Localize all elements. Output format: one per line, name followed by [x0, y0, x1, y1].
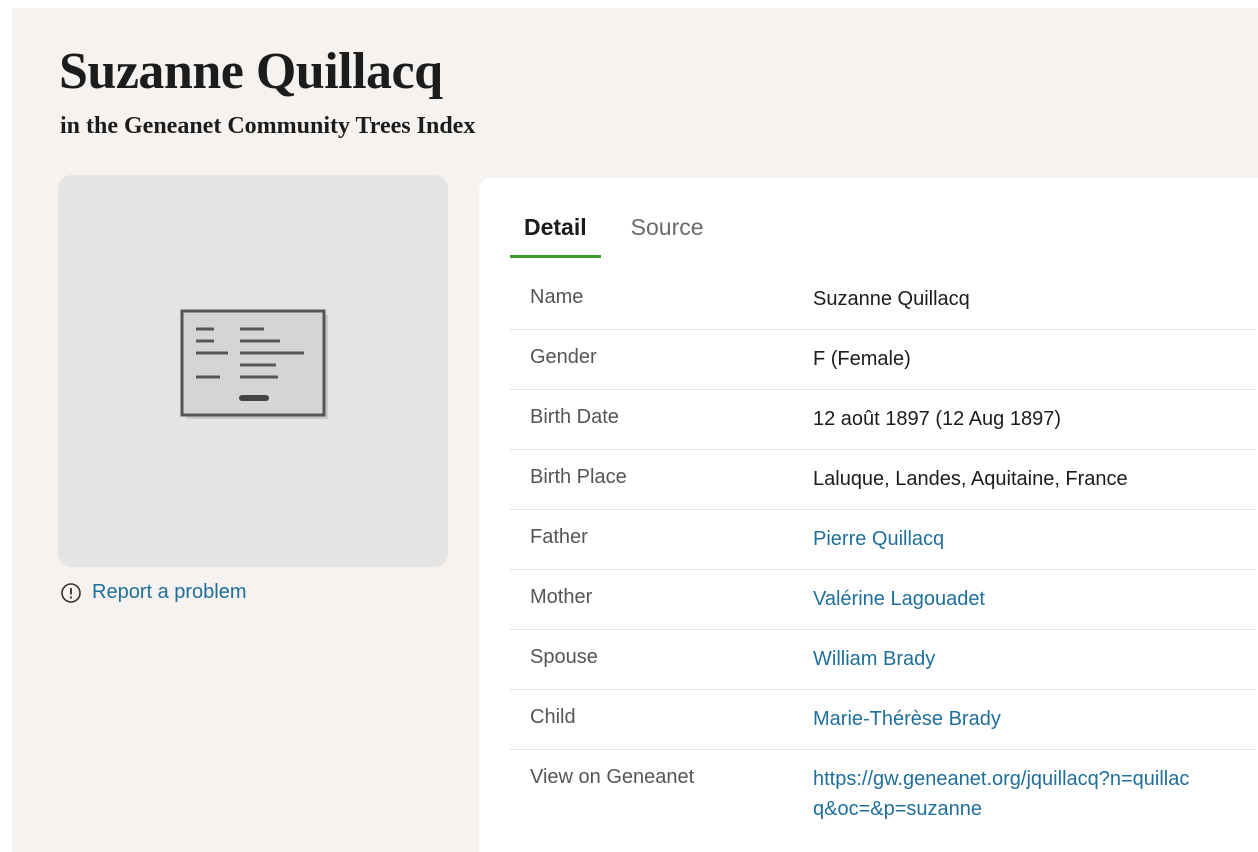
- mother-link[interactable]: Valérine Lagouadet: [813, 582, 1256, 629]
- row-label: Gender: [530, 346, 597, 368]
- report-problem-label: Report a problem: [92, 581, 247, 603]
- document-icon: [180, 309, 328, 419]
- row-label: Birth Date: [530, 406, 619, 428]
- father-link[interactable]: Pierre Quillacq: [813, 522, 1256, 569]
- row-label: Father: [530, 526, 588, 548]
- detail-row-father: Father Pierre Quillacq: [510, 510, 1256, 570]
- row-label: Birth Place: [530, 466, 627, 488]
- page: Suzanne Quillacq in the Geneanet Communi…: [12, 8, 1258, 852]
- detail-row-child: Child Marie-Thérèse Brady: [510, 690, 1256, 750]
- detail-row-spouse: Spouse William Brady: [510, 630, 1256, 690]
- child-link[interactable]: Marie-Thérèse Brady: [813, 702, 1256, 749]
- page-title: Suzanne Quillacq: [59, 43, 443, 100]
- detail-row-birth-place: Birth Place Laluque, Landes, Aquitaine, …: [510, 450, 1256, 510]
- detail-row-mother: Mother Valérine Lagouadet: [510, 570, 1256, 630]
- row-value: Laluque, Landes, Aquitaine, France: [813, 468, 1128, 490]
- spouse-link[interactable]: William Brady: [813, 642, 1256, 689]
- row-label: Name: [530, 286, 584, 308]
- detail-table: Name Suzanne Quillacq Gender F (Female) …: [510, 270, 1256, 830]
- detail-row-view-on-geneanet: View on Geneanet https://gw.geneanet.org…: [510, 750, 1256, 830]
- page-subtitle: in the Geneanet Community Trees Index: [60, 113, 476, 139]
- row-label: View on Geneanet: [530, 766, 695, 788]
- info-circle-icon: [60, 582, 82, 604]
- tab-detail[interactable]: Detail: [510, 214, 601, 258]
- detail-row-gender: Gender F (Female): [510, 330, 1256, 390]
- record-image-placeholder: [58, 175, 448, 567]
- detail-row-name: Name Suzanne Quillacq: [510, 270, 1256, 330]
- row-value: 12 août 1897 (12 Aug 1897): [813, 408, 1061, 430]
- row-value: F (Female): [813, 348, 911, 370]
- row-label: Spouse: [530, 646, 598, 668]
- geneanet-url-link[interactable]: https://gw.geneanet.org/jquillacq?n=quil…: [813, 762, 1193, 830]
- tab-source[interactable]: Source: [617, 214, 718, 258]
- tab-bar: Detail Source: [510, 214, 718, 258]
- row-value: Suzanne Quillacq: [813, 288, 970, 310]
- report-problem-link[interactable]: Report a problem: [60, 581, 247, 604]
- detail-row-birth-date: Birth Date 12 août 1897 (12 Aug 1897): [510, 390, 1256, 450]
- row-label: Mother: [530, 586, 593, 608]
- row-label: Child: [530, 706, 576, 728]
- detail-panel: Detail Source Name Suzanne Quillacq Gend…: [479, 178, 1258, 852]
